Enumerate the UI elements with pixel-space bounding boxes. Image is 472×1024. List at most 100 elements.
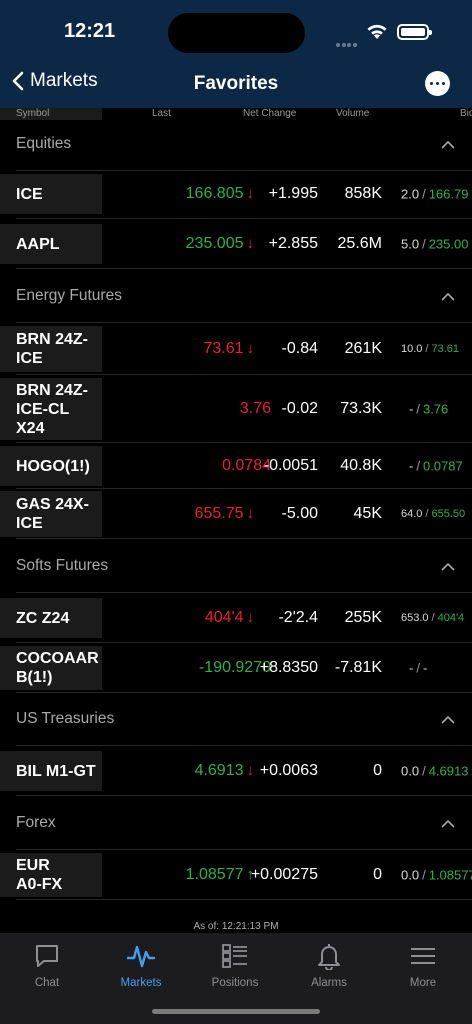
navigation-bar: Markets Favorites <box>0 60 472 108</box>
symbol-cell: EUR A0-FX <box>0 853 102 897</box>
table-row[interactable]: BIL M1-GT 4.6913 ↓ +0.0063 0 0.0/4.6913 <box>0 747 472 795</box>
volume: -7.81K <box>334 659 382 676</box>
symbol-cell: BIL M1-GT <box>0 751 102 791</box>
table-row[interactable]: EUR A0-FX 1.08577 ↑ +0.00275 0 0.0/1.08577 <box>0 851 472 899</box>
symbol-line: EUR <box>16 857 50 874</box>
volume: 0 <box>373 866 382 883</box>
section-header[interactable]: Softs Futures <box>0 540 472 592</box>
ask-value: 73.61 <box>431 343 460 355</box>
ask-value: 0.0787 <box>422 458 463 474</box>
table-row[interactable]: BRN 24Z- ICE-CL X24 3.76 -0.02 73.3K -/3.76 <box>0 376 472 442</box>
chevron-up-icon[interactable] <box>441 819 455 828</box>
divider <box>16 442 472 443</box>
home-indicator <box>152 1009 320 1014</box>
ask-value: 166.79 <box>428 186 469 202</box>
last-price: 1.08577 ↑ <box>186 866 254 884</box>
separator: / <box>422 186 426 202</box>
last-price: 235.005 ↓ <box>186 235 254 253</box>
bell-icon <box>318 944 340 970</box>
table-row[interactable]: COCOAAR B(1!) -190.9270 +8.8350 -7.81K - / - <box>0 644 472 692</box>
net-change: -2'2.4 <box>278 609 318 626</box>
chevron-up-icon[interactable] <box>441 140 455 149</box>
tab-alarms[interactable]: Alarms <box>282 941 376 989</box>
divider <box>16 745 472 746</box>
net-change: +2.855 <box>268 235 318 252</box>
table-row[interactable]: BRN 24Z- ICE 73.61 ↓ -0.84 261K 10.0/73.61 <box>0 324 472 374</box>
ask-value: 655.50 <box>431 508 466 520</box>
as-of-timestamp: As of: 12:21:13 PM <box>193 921 279 932</box>
volume: 0 <box>373 762 382 779</box>
tab-chat[interactable]: Chat <box>0 941 94 989</box>
symbol-line: BRN 24Z- <box>16 331 89 348</box>
wifi-icon <box>367 24 387 39</box>
section-title: Forex <box>16 814 56 831</box>
symbol-line: BIL M1-GT <box>16 762 96 780</box>
volume: 25.6M <box>337 235 382 252</box>
section-header[interactable]: Energy Futures <box>0 270 472 322</box>
separator: / <box>416 660 420 676</box>
section-header[interactable]: US Treasuries <box>0 693 472 745</box>
last-value: 655.75 <box>194 505 244 522</box>
separator: / <box>416 401 420 417</box>
net-change: -0.02 <box>281 400 318 417</box>
tab-label: Positions <box>211 977 259 989</box>
last-value: 404'4 <box>204 609 244 626</box>
last-value: 3.76 <box>239 400 271 417</box>
page-title: Favorites <box>193 73 279 94</box>
tab-more[interactable]: More <box>376 941 470 989</box>
divider <box>16 899 472 900</box>
bid-ask: 10.0/73.61 <box>401 343 459 355</box>
table-row[interactable]: ZC Z24 404'4 ↓ -2'2.4 255K 653.0/404'4 <box>0 594 472 642</box>
arrow-down-icon: ↓ <box>246 762 255 779</box>
symbol-cell: COCOAAR B(1!) <box>0 646 102 690</box>
symbol-cell: ZC Z24 <box>0 598 102 638</box>
dynamic-island <box>168 13 305 53</box>
chevron-up-icon[interactable] <box>441 292 455 301</box>
section-header[interactable]: Equities <box>0 118 472 170</box>
bid-ask: 5.0/235.00 <box>401 237 468 252</box>
volume: 261K <box>344 340 382 357</box>
bid-value: 10.0 <box>401 343 423 355</box>
net-change: -0.0051 <box>263 457 318 474</box>
last-price: 4.6913 ↓ <box>195 762 254 780</box>
last-value: 166.805 <box>185 185 244 202</box>
battery-icon <box>397 24 432 40</box>
arrow-down-icon: ↓ <box>246 235 255 252</box>
volume: 255K <box>344 609 382 626</box>
symbol-line: A0-FX <box>16 876 63 893</box>
symbol-line: B(1!) <box>16 669 53 686</box>
chevron-up-icon[interactable] <box>441 715 455 724</box>
table-row[interactable]: AAPL 235.005 ↓ +2.855 25.6M 5.0/235.00 <box>0 220 472 268</box>
last-value: 1.08577 <box>185 866 244 883</box>
last-value: 73.61 <box>203 340 244 357</box>
hamburger-icon <box>411 948 435 964</box>
ask-value: 4.6913 <box>428 763 469 779</box>
last-price: 166.805 ↓ <box>186 185 254 203</box>
chevron-up-icon[interactable] <box>441 562 455 571</box>
last-price: 3.76 <box>240 400 271 418</box>
bid-ask: -/0.0787 <box>409 459 463 474</box>
section-header[interactable]: Forex <box>0 797 472 849</box>
table-row[interactable]: HOGO(1!) 0.0784 -0.0051 40.8K -/0.0787 <box>0 444 472 488</box>
table-row[interactable]: ICE 166.805 ↓ +1.995 858K 2.0/166.79 <box>0 170 472 218</box>
last-price: 655.75 ↓ <box>195 505 254 523</box>
bid-ask: 0.0/1.08577 <box>401 868 472 883</box>
section-title: Energy Futures <box>16 287 122 304</box>
tab-markets[interactable]: Markets <box>94 941 188 989</box>
volume: 45K <box>353 505 382 522</box>
symbol-line: ICE-CL <box>16 400 70 418</box>
symbol-cell: AAPL <box>0 224 102 264</box>
symbol-cell: BRN 24Z- ICE <box>0 326 102 372</box>
status-bar: 12:21 <box>0 0 472 60</box>
section-title: Softs Futures <box>16 557 109 574</box>
volume: 858K <box>344 185 382 202</box>
divider <box>16 322 472 323</box>
cellular-signal-icon <box>336 34 358 47</box>
separator: / <box>422 236 426 252</box>
table-row[interactable]: GAS 24X- ICE 655.75 ↓ -5.00 45K 64.0/655.50 <box>0 490 472 538</box>
tab-positions[interactable]: Positions <box>188 941 282 989</box>
more-options-button[interactable] <box>425 71 450 96</box>
symbol-line: ZC Z24 <box>16 609 70 627</box>
arrow-down-icon: ↓ <box>246 185 255 202</box>
divider <box>16 488 472 489</box>
